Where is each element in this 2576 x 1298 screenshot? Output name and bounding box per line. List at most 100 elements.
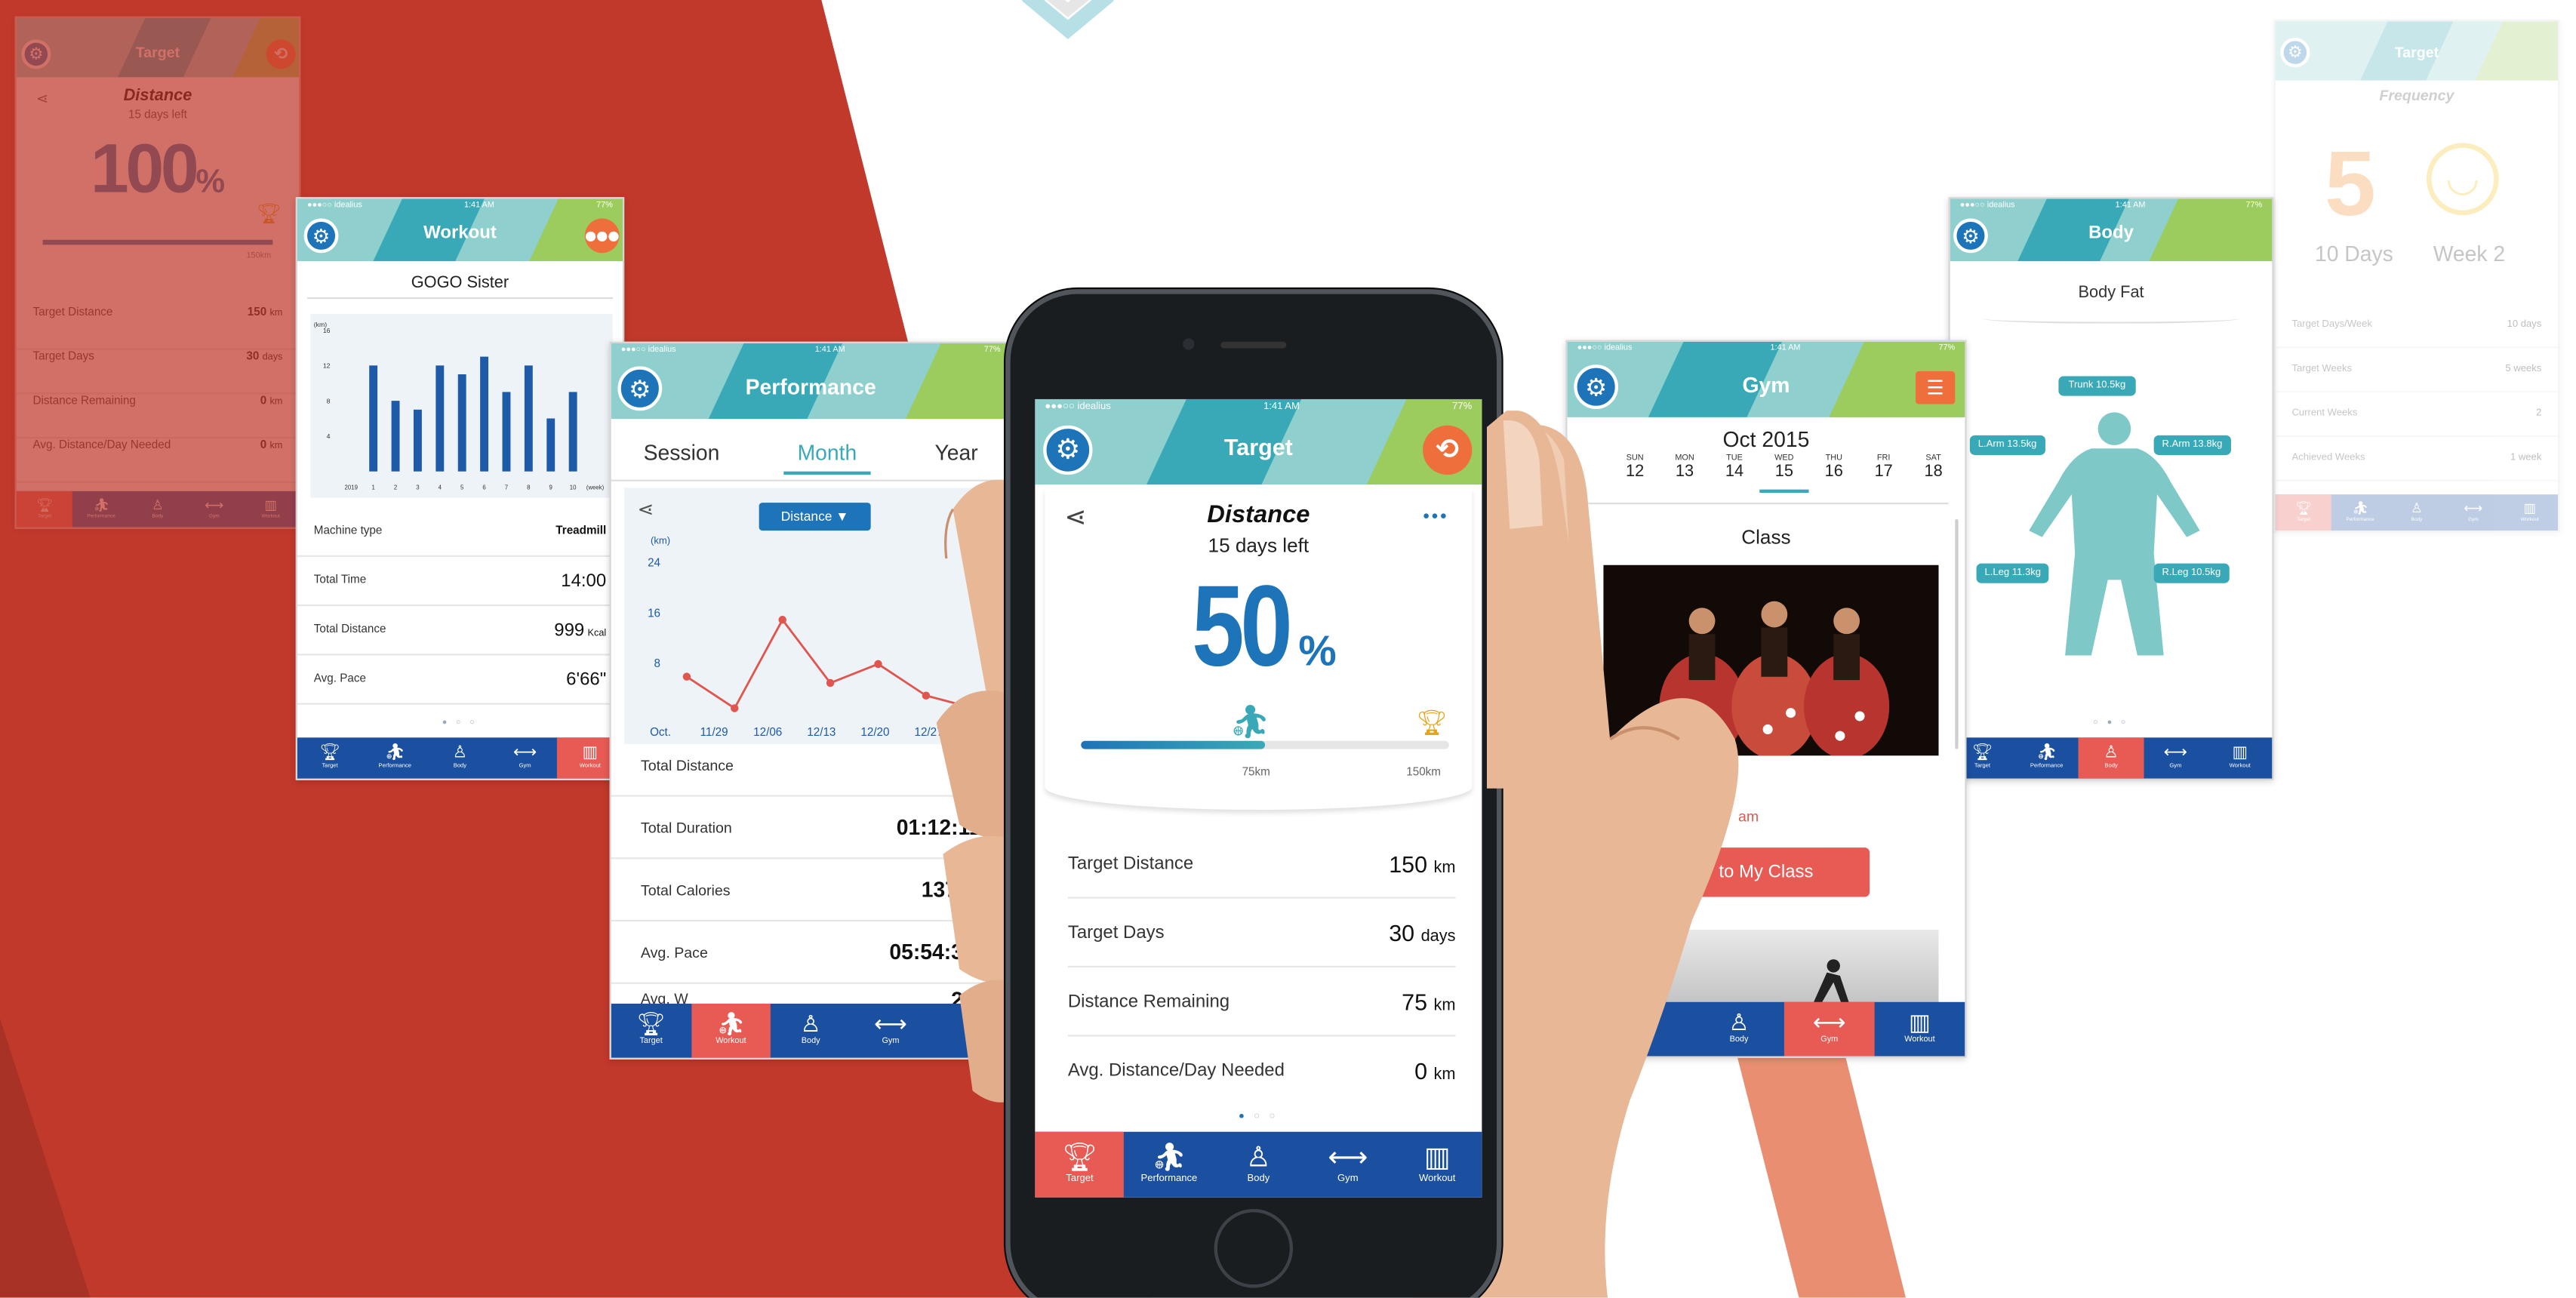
nav-tab-body[interactable]: ♙ Body bbox=[2079, 737, 2144, 779]
gear-icon[interactable]: ⚙ bbox=[1953, 218, 1988, 254]
chevron-down-icon bbox=[1019, 0, 1118, 59]
nav-tab-gym[interactable]: ⟷ Gym bbox=[1303, 1132, 1393, 1198]
profile-card-icon[interactable]: ☰ bbox=[1916, 371, 1956, 404]
podium-icon: ▥ bbox=[582, 744, 599, 763]
nav-tab-performance[interactable]: ⛹︎ Performance bbox=[2014, 737, 2079, 778]
scrollbar[interactable] bbox=[1955, 518, 1959, 749]
page-dots: ○ ● ○ bbox=[2093, 718, 2129, 728]
trophy-icon: 🏆︎ bbox=[636, 1012, 666, 1039]
nav-tab-performance[interactable]: ⛹︎ Performance bbox=[1125, 1132, 1214, 1198]
gear-icon[interactable]: ⚙ bbox=[1043, 425, 1093, 475]
nav-tab-gym[interactable]: ⟷ Gym bbox=[493, 737, 558, 778]
left-arm-tag[interactable]: L.Arm 13.5kg bbox=[1969, 435, 2045, 455]
status-bar: ●●●○○ idealius 1:41 AM 77% bbox=[620, 345, 1001, 355]
calendar-day[interactable]: FRI 17 bbox=[1859, 454, 1909, 493]
calendar-day[interactable]: SAT 18 bbox=[1909, 454, 1959, 493]
person-icon: ♙ bbox=[800, 1012, 821, 1039]
nav-tab-target[interactable]: 🏆︎ Target bbox=[16, 491, 73, 528]
data-point bbox=[682, 672, 691, 681]
nav-tab-body[interactable]: ♙ Body bbox=[427, 737, 492, 778]
y-tick-label: 8 bbox=[327, 397, 331, 404]
left-leg-tag[interactable]: L.Leg 11.3kg bbox=[1976, 563, 2049, 583]
refresh-icon[interactable]: ⟲ bbox=[1423, 425, 1473, 475]
progress-bar bbox=[42, 239, 273, 245]
nav-tab-target[interactable]: 🏆︎ Target bbox=[2275, 494, 2332, 531]
bottom-nav: 🏆︎ Target ⛹︎ Performance ♙ Body ⟷ Gym ▥ Worko… bbox=[2275, 494, 2559, 531]
person-icon: ♙ bbox=[2411, 500, 2423, 516]
nav-tab-body[interactable]: ♙ Body bbox=[2389, 494, 2445, 531]
right-arm-tag[interactable]: R.Arm 13.8kg bbox=[2153, 435, 2231, 455]
header-title: Workout bbox=[423, 223, 497, 244]
gear-icon[interactable]: ⚙ bbox=[2280, 38, 2310, 68]
days-left: 15 days left bbox=[128, 109, 187, 122]
header-title: Body bbox=[2088, 223, 2134, 244]
podium-icon: ▥ bbox=[1423, 1141, 1451, 1174]
stat-row: Current Weeks 2 bbox=[2275, 392, 2559, 438]
nav-tab-performance[interactable]: ⛹︎ Performance bbox=[73, 491, 130, 528]
gear-icon[interactable]: ⚙ bbox=[21, 39, 51, 69]
app-header: Target bbox=[16, 17, 300, 78]
share-icon[interactable]: ⋖ bbox=[638, 498, 654, 521]
person-icon: ♙ bbox=[1245, 1141, 1271, 1174]
trophy-icon: 🏆︎ bbox=[319, 744, 340, 763]
metric-dropdown[interactable]: Distance ▼ bbox=[759, 503, 871, 531]
trophy-icon: 🏆︎ bbox=[1062, 1141, 1098, 1174]
nav-tab-workout[interactable]: ▥ Workout bbox=[2501, 494, 2558, 531]
nav-tab-gym[interactable]: ⟷ Gym bbox=[851, 1004, 931, 1058]
nav-tab-workout[interactable]: ⛹︎ Workout bbox=[691, 1003, 771, 1058]
nav-tab-workout[interactable]: ▥ Workout bbox=[1875, 1002, 1965, 1057]
bar bbox=[369, 365, 378, 472]
y-tick-label: 16 bbox=[323, 327, 331, 334]
nav-tab-target[interactable]: 🏆︎ Target bbox=[611, 1004, 691, 1058]
bar bbox=[568, 392, 577, 472]
trophy-icon: 🏆︎ bbox=[36, 497, 54, 512]
runner-icon: ⛹︎ bbox=[2352, 500, 2369, 516]
stat-row: Total Time 14:00 bbox=[297, 557, 623, 607]
progress-track bbox=[1081, 740, 1449, 749]
bar bbox=[413, 409, 422, 472]
nav-tab-performance[interactable]: ⛹︎ Performance bbox=[362, 737, 427, 778]
more-options-icon[interactable]: ●●● bbox=[584, 218, 620, 254]
right-leg-tag[interactable]: R.Leg 10.5kg bbox=[2153, 563, 2230, 583]
y-tick-label: 24 bbox=[648, 556, 660, 569]
bottom-nav: 🏆︎ Target ⛹︎ Performance ♙ Body ⟷ Gym ▥ Worko… bbox=[1950, 737, 2273, 779]
calendar-day[interactable]: THU 16 bbox=[1809, 454, 1859, 493]
stat-row: Target Days 30 days bbox=[1067, 899, 1456, 968]
y-axis-label: (km) bbox=[651, 534, 670, 546]
stat-row: Distance Remaining 75 km bbox=[1067, 967, 1456, 1037]
bar bbox=[524, 365, 533, 472]
tab-month[interactable]: Month bbox=[784, 440, 870, 475]
trophy-icon: 🏆︎ bbox=[2295, 500, 2313, 516]
nav-tab-body[interactable]: ♙ Body bbox=[130, 491, 186, 528]
stat-row: Distance Remaining 0 km bbox=[16, 396, 300, 439]
runner-icon: ⛹︎ bbox=[93, 497, 110, 512]
app-header: ●●●○○ idealius 1:41 AM 77% Target bbox=[1035, 398, 1482, 485]
data-point bbox=[731, 704, 739, 712]
nav-tab-workout[interactable]: ▥ Workout bbox=[1393, 1132, 1482, 1198]
nav-tab-workout[interactable]: ▥ Workout bbox=[242, 491, 299, 528]
gear-icon[interactable]: ⚙ bbox=[617, 366, 663, 411]
trophy-icon: 🏆︎ bbox=[256, 201, 282, 226]
nav-tab-performance[interactable]: ⛹︎ Performance bbox=[2332, 494, 2389, 531]
gear-icon[interactable]: ⚙ bbox=[303, 218, 339, 254]
nav-tab-workout[interactable]: ▥ Workout bbox=[2208, 737, 2272, 778]
card-title: Distance bbox=[1207, 500, 1310, 529]
tab-session[interactable]: Session bbox=[644, 440, 720, 465]
nav-tab-gym[interactable]: ⟷ Gym bbox=[2144, 737, 2208, 778]
home-button[interactable] bbox=[1214, 1209, 1294, 1288]
trunk-tag[interactable]: Trunk 10.5kg bbox=[2058, 376, 2136, 396]
nav-tab-gym[interactable]: ⟷ Gym bbox=[2445, 494, 2501, 531]
nav-tab-gym[interactable]: ⟷ Gym bbox=[186, 491, 242, 528]
dumbbell-icon: ⟷ bbox=[205, 497, 224, 512]
app-header: ●●●○○ idealius 1:41 AM 77% Workout bbox=[297, 198, 623, 262]
refresh-icon[interactable]: ⟲ bbox=[266, 39, 296, 69]
nav-tab-target[interactable]: 🏆︎ Target bbox=[1035, 1131, 1125, 1198]
person-icon: ♙ bbox=[2104, 744, 2119, 763]
nav-tab-target[interactable]: 🏆︎ Target bbox=[297, 737, 362, 778]
nav-tab-body[interactable]: ♙ Body bbox=[1214, 1132, 1303, 1198]
person-icon: ♙ bbox=[452, 744, 468, 763]
stat-row: Avg. Distance/Day Needed 0 km bbox=[1067, 1057, 1456, 1084]
dumbbell-icon: ⟷ bbox=[2464, 500, 2483, 516]
x-tick-label: 1 bbox=[371, 484, 374, 491]
nav-tab-body[interactable]: ♙ Body bbox=[771, 1004, 851, 1058]
